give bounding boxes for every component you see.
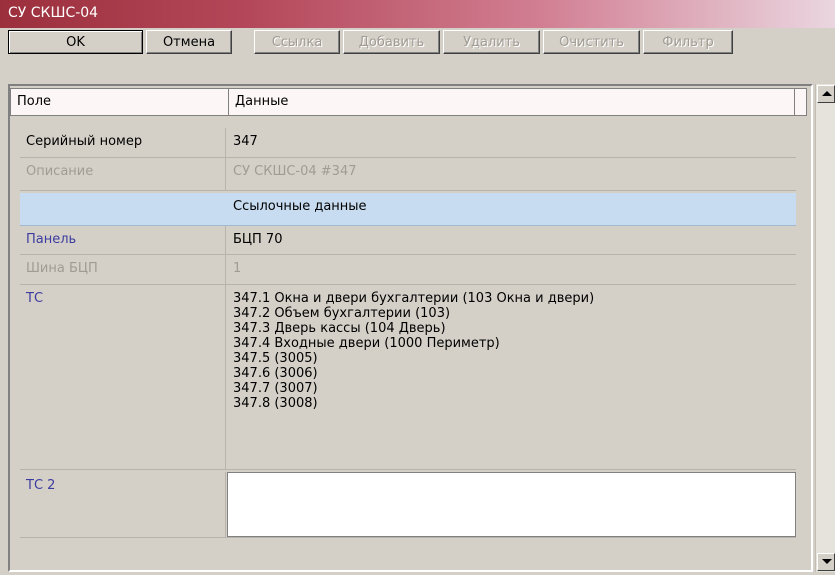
title-bar[interactable]: СУ СКШС-04 <box>0 0 835 28</box>
column-header-field[interactable]: Поле <box>11 89 225 115</box>
delete-button[interactable]: Удалить <box>443 30 540 54</box>
field-value[interactable]: 1 <box>227 255 796 284</box>
column-separator-end[interactable] <box>794 89 795 115</box>
row-tc2[interactable]: ТС 2 <box>20 472 796 538</box>
grid-header: Поле Данные <box>10 88 807 116</box>
field-label: ТС <box>20 285 226 469</box>
section-label: Ссылочные данные <box>233 199 367 214</box>
row-bus[interactable]: Шина БЦП 1 <box>20 255 796 285</box>
list-item: 347.8 (3008) <box>233 396 318 411</box>
list-item: 347.6 (3006) <box>233 366 318 381</box>
field-label: ТС 2 <box>20 472 226 537</box>
list-item: 347.1 Окна и двери бухгалтерии (103 Окна… <box>233 291 595 306</box>
ok-button[interactable]: OK <box>8 30 143 54</box>
row-description[interactable]: Описание СУ СКШС-04 #347 <box>20 158 796 191</box>
field-value[interactable]: СУ СКШС-04 #347 <box>227 158 796 190</box>
list-item: 347.2 Объем бухгалтерии (103) <box>233 306 451 321</box>
list-item: 347.4 Входные двери (1000 Периметр) <box>233 336 500 351</box>
arrow-down-icon <box>822 559 832 564</box>
field-value[interactable]: БЦП 70 <box>227 226 796 254</box>
row-tc[interactable]: ТС 347.1 Окна и двери бухгалтерии (103 О… <box>20 285 796 470</box>
column-header-data[interactable]: Данные <box>229 89 789 115</box>
field-label: Описание <box>20 158 226 190</box>
vertical-scrollbar[interactable] <box>815 84 835 572</box>
arrow-up-icon <box>822 91 832 96</box>
field-label: Шина БЦП <box>20 255 226 284</box>
section-reference-data: Ссылочные данные <box>20 193 796 226</box>
tc-list[interactable]: 347.1 Окна и двери бухгалтерии (103 Окна… <box>227 285 796 469</box>
row-serial-number[interactable]: Серийный номер 347 <box>20 128 796 158</box>
list-item: 347.3 Дверь кассы (104 Дверь) <box>233 321 446 336</box>
add-button[interactable]: Добавить <box>343 30 440 54</box>
field-value[interactable]: 347 <box>227 128 796 157</box>
list-item: 347.5 (3005) <box>233 351 318 366</box>
field-label: Серийный номер <box>20 128 226 157</box>
toolbar: OK Отмена Ссылка Добавить Удалить Очисти… <box>0 28 835 58</box>
filter-button[interactable]: Фильтр <box>643 30 733 54</box>
row-panel[interactable]: Панель БЦП 70 <box>20 226 796 255</box>
window-title: СУ СКШС-04 <box>8 5 99 21</box>
cancel-button[interactable]: Отмена <box>146 30 232 54</box>
field-label: Панель <box>20 226 226 254</box>
scroll-down-button[interactable] <box>817 553 835 571</box>
clear-button[interactable]: Очистить <box>543 30 640 54</box>
link-button[interactable]: Ссылка <box>254 30 340 54</box>
list-item: 347.7 (3007) <box>233 381 318 396</box>
tc2-input[interactable] <box>227 472 796 537</box>
scroll-up-button[interactable] <box>817 85 835 103</box>
